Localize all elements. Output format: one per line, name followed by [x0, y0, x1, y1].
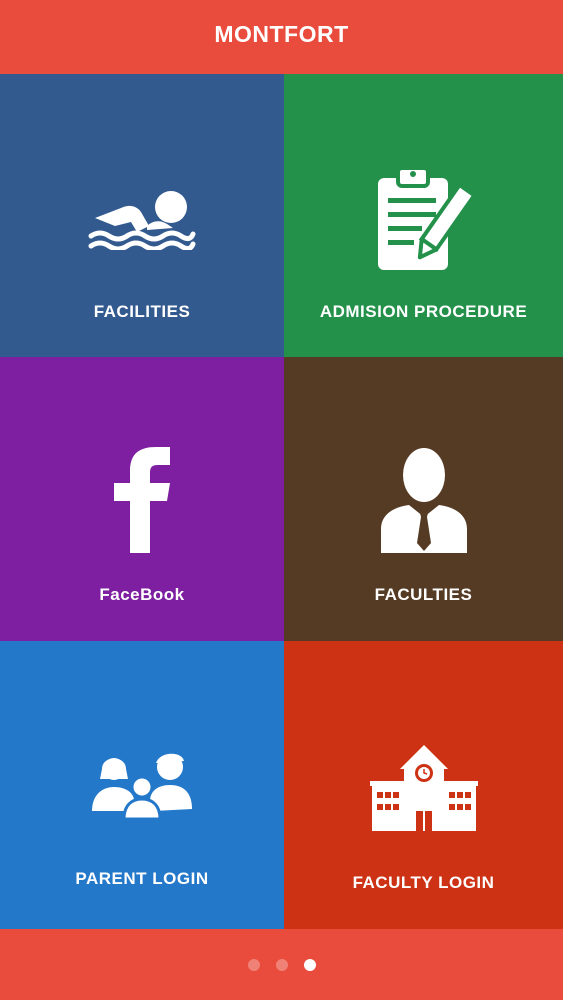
tile-parent-login[interactable]: PARENT LOGIN: [0, 641, 284, 929]
menu-grid: FACILITIES ADMISION PROCEDURE FaceBook F…: [0, 74, 563, 929]
tile-facebook[interactable]: FaceBook: [0, 357, 284, 641]
tile-faculties[interactable]: FACULTIES: [284, 357, 563, 641]
tile-label: FACULTY LOGIN: [352, 873, 495, 892]
facebook-icon: [0, 445, 284, 553]
app-header: MONTFORT: [0, 0, 563, 74]
clipboard-pen-icon: [284, 164, 563, 272]
pager-footer: [0, 929, 563, 1000]
tile-admission-procedure[interactable]: ADMISION PROCEDURE: [284, 74, 563, 357]
tile-label: FACILITIES: [93, 302, 191, 321]
page-dot-3[interactable]: [303, 959, 316, 971]
tile-label: PARENT LOGIN: [75, 869, 209, 888]
family-icon: [0, 749, 284, 819]
school-building-icon: [284, 741, 563, 831]
tile-facilities[interactable]: FACILITIES: [0, 74, 284, 357]
swimmer-icon: [0, 190, 284, 250]
page-dot-1[interactable]: [247, 959, 260, 971]
tile-faculty-login[interactable]: FACULTY LOGIN: [284, 641, 563, 929]
tile-label: FACULTIES: [374, 585, 473, 604]
tile-label: ADMISION PROCEDURE: [319, 302, 528, 321]
page-dot-2[interactable]: [275, 959, 288, 971]
businessman-icon: [284, 445, 563, 553]
tile-label: FaceBook: [99, 585, 185, 604]
app-title: MONTFORT: [214, 20, 349, 47]
page-indicator: [0, 959, 563, 971]
